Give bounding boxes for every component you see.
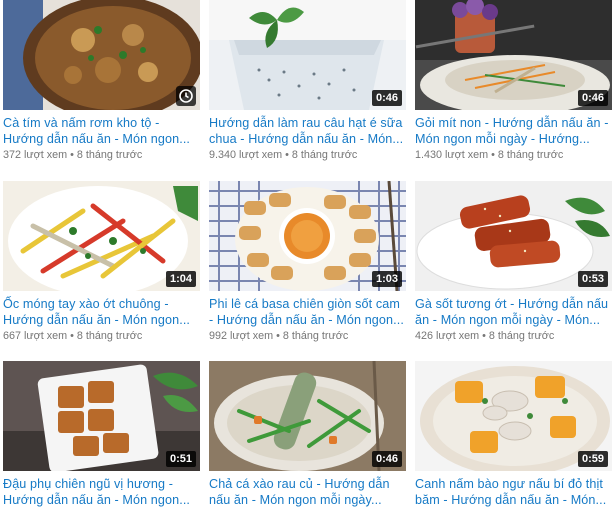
duration-badge: 0:46 <box>371 451 402 467</box>
video-card[interactable]: 0:53 Gà sốt tương ớt - Hướng dẫn nấu ăn … <box>415 181 612 343</box>
video-thumbnail[interactable] <box>3 0 200 110</box>
video-thumbnail[interactable]: 0:51 <box>3 361 200 471</box>
view-count: 1.430 lượt xem <box>415 149 489 161</box>
watch-later-icon[interactable] <box>176 86 196 106</box>
video-thumbnail[interactable]: 0:46 <box>209 0 406 110</box>
duration-badge: 0:53 <box>577 271 608 287</box>
view-count: 667 lượt xem <box>3 330 68 342</box>
video-thumbnail[interactable]: 0:46 <box>209 361 406 471</box>
video-card[interactable]: Cà tím và nấm rơm kho tộ - Hướng dẫn nấu… <box>3 0 200 162</box>
upload-age: 8 tháng trước <box>76 149 143 161</box>
meta-separator: • <box>276 330 280 342</box>
video-title[interactable]: Canh nấm bào ngư nấu bí đỏ thịt băm - Hư… <box>415 476 612 508</box>
video-thumbnail[interactable]: 1:04 <box>3 181 200 291</box>
video-meta: 426 lượt xem • 8 tháng trước <box>415 329 612 343</box>
meta-separator: • <box>285 149 289 161</box>
upload-age: 8 tháng trước <box>497 149 564 161</box>
meta-separator: • <box>491 149 495 161</box>
video-card[interactable]: 1:04 Ốc móng tay xào ớt chuông - Hướng d… <box>3 181 200 343</box>
video-card[interactable]: 0:59 Canh nấm bào ngư nấu bí đỏ thịt băm… <box>415 361 612 508</box>
video-card[interactable]: 1:03 Phi lê cá basa chiên giòn sốt cam -… <box>209 181 406 343</box>
video-meta: 1.430 lượt xem • 8 tháng trước <box>415 148 612 162</box>
video-meta: 372 lượt xem • 8 tháng trước <box>3 148 200 162</box>
view-count: 372 lượt xem <box>3 149 68 161</box>
upload-age: 8 tháng trước <box>291 149 358 161</box>
duration-badge: 1:04 <box>165 271 196 287</box>
video-title[interactable]: Cà tím và nấm rơm kho tộ - Hướng dẫn nấu… <box>3 115 200 147</box>
video-thumbnail[interactable]: 0:59 <box>415 361 612 471</box>
view-count: 992 lượt xem <box>209 330 274 342</box>
video-card[interactable]: 0:51 Đậu phụ chiên ngũ vị hương - Hướng … <box>3 361 200 508</box>
video-title[interactable]: Ốc móng tay xào ớt chuông - Hướng dẫn nấ… <box>3 296 200 328</box>
duration-badge: 0:46 <box>577 90 608 106</box>
upload-age: 8 tháng trước <box>282 330 349 342</box>
video-meta: 9.340 lượt xem • 8 tháng trước <box>209 148 406 162</box>
meta-separator: • <box>482 330 486 342</box>
video-thumbnail[interactable]: 1:03 <box>209 181 406 291</box>
video-card[interactable]: 0:46 Chả cá xào rau củ - Hướng dẫn nấu ă… <box>209 361 406 508</box>
view-count: 426 lượt xem <box>415 330 480 342</box>
video-thumbnail[interactable]: 0:46 <box>415 0 612 110</box>
upload-age: 8 tháng trước <box>76 330 143 342</box>
video-title[interactable]: Chả cá xào rau củ - Hướng dẫn nấu ăn - M… <box>209 476 406 508</box>
meta-separator: • <box>70 149 74 161</box>
video-title[interactable]: Hướng dẫn làm rau câu hạt é sữa chua - H… <box>209 115 406 147</box>
video-grid: Cà tím và nấm rơm kho tộ - Hướng dẫn nấu… <box>0 0 613 508</box>
duration-badge: 1:03 <box>371 271 402 287</box>
thumbnail-image <box>3 0 200 110</box>
duration-badge: 0:51 <box>165 451 196 467</box>
duration-badge: 0:59 <box>577 451 608 467</box>
video-card[interactable]: 0:46 Hướng dẫn làm rau câu hạt é sữa chu… <box>209 0 406 162</box>
video-title[interactable]: Phi lê cá basa chiên giòn sốt cam - Hướn… <box>209 296 406 328</box>
video-card[interactable]: 0:46 Gỏi mít non - Hướng dẫn nấu ăn - Mó… <box>415 0 612 162</box>
duration-badge: 0:46 <box>371 90 402 106</box>
meta-separator: • <box>70 330 74 342</box>
upload-age: 8 tháng trước <box>488 330 555 342</box>
video-title[interactable]: Đậu phụ chiên ngũ vị hương - Hướng dẫn n… <box>3 476 200 508</box>
view-count: 9.340 lượt xem <box>209 149 283 161</box>
video-title[interactable]: Gà sốt tương ớt - Hướng dẫn nấu ăn - Món… <box>415 296 612 328</box>
video-meta: 992 lượt xem • 8 tháng trước <box>209 329 406 343</box>
video-title[interactable]: Gỏi mít non - Hướng dẫn nấu ăn - Món ngo… <box>415 115 612 147</box>
video-meta: 667 lượt xem • 8 tháng trước <box>3 329 200 343</box>
video-thumbnail[interactable]: 0:53 <box>415 181 612 291</box>
